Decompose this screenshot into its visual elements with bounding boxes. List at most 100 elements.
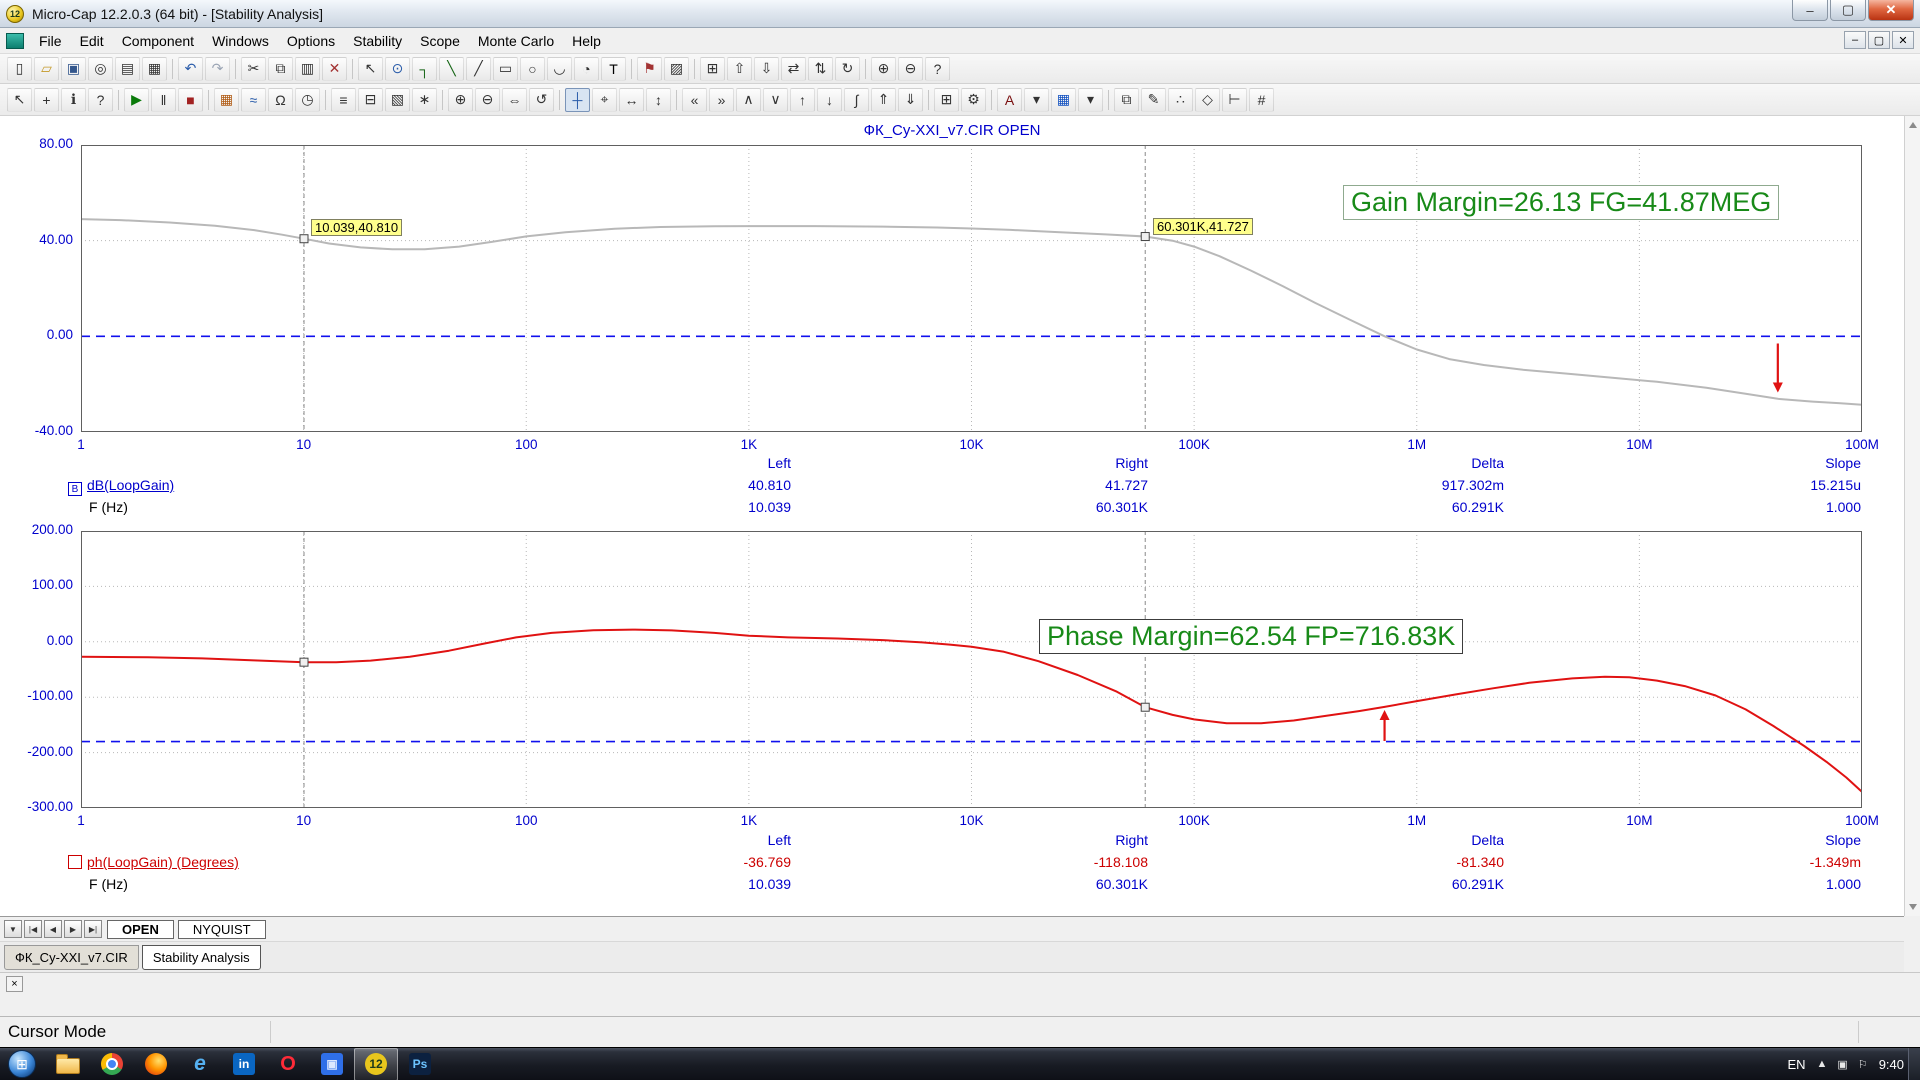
- arc-mode-icon[interactable]: ◡: [547, 57, 572, 81]
- internet-explorer-taskbar-button[interactable]: e: [178, 1048, 222, 1080]
- copy-to-clipboard-icon[interactable]: ⧉: [1114, 88, 1139, 112]
- high-icon[interactable]: ↑: [790, 88, 815, 112]
- scope-zoom-in-icon[interactable]: ⊕: [448, 88, 473, 112]
- zoom-in-icon[interactable]: ⊕: [871, 57, 896, 81]
- child-restore-button[interactable]: ▢: [1868, 31, 1890, 49]
- menu-file[interactable]: File: [30, 30, 71, 52]
- save-file-icon[interactable]: ▣: [61, 57, 86, 81]
- help-mode-icon[interactable]: ?: [925, 57, 950, 81]
- maximize-button[interactable]: ▢: [1830, 0, 1866, 21]
- run-icon[interactable]: ▶: [124, 88, 149, 112]
- clock[interactable]: 9:40: [1879, 1057, 1904, 1072]
- pie-mode-icon[interactable]: ◔: [574, 57, 599, 81]
- waveform-color-swatch[interactable]: B: [68, 482, 82, 496]
- child-window-icon[interactable]: [6, 33, 24, 49]
- performance-windows-icon[interactable]: ∗: [412, 88, 437, 112]
- go-to-left-icon[interactable]: «: [682, 88, 707, 112]
- paste-icon[interactable]: ▥: [295, 57, 320, 81]
- vertical-scrollbar[interactable]: [1904, 116, 1920, 916]
- action-center-flag-icon[interactable]: ⚐: [1858, 1058, 1868, 1071]
- component-mode-icon[interactable]: ⊙: [385, 57, 410, 81]
- undo-icon[interactable]: ↶: [178, 57, 203, 81]
- chrome-taskbar-button[interactable]: [90, 1048, 134, 1080]
- select-cursor-icon[interactable]: ↖: [7, 88, 32, 112]
- display-icon[interactable]: ▣: [1837, 1058, 1847, 1071]
- waveform-label[interactable]: F (Hz): [89, 876, 128, 892]
- optimizer-icon[interactable]: Ω: [268, 88, 293, 112]
- pause-icon[interactable]: ‖: [151, 88, 176, 112]
- linkedin-taskbar-button[interactable]: in: [222, 1048, 266, 1080]
- print-icon[interactable]: ▦: [142, 57, 167, 81]
- scroll-up-icon[interactable]: [1909, 122, 1917, 128]
- dock-close-button[interactable]: ×: [6, 976, 23, 992]
- bring-to-front-icon[interactable]: ⇧: [727, 57, 752, 81]
- scope-zoom-out-icon[interactable]: ⊖: [475, 88, 500, 112]
- show-desktop-button[interactable]: [1908, 1048, 1920, 1080]
- grid-properties-icon[interactable]: ⊞: [934, 88, 959, 112]
- loop-gain-phase-chart[interactable]: [81, 531, 1862, 808]
- graph-properties-icon[interactable]: ⚙: [961, 88, 986, 112]
- zoom-out-icon[interactable]: ⊖: [898, 57, 923, 81]
- waveform-label[interactable]: dB(LoopGain): [87, 477, 174, 493]
- find-icon[interactable]: ◎: [88, 57, 113, 81]
- menu-monte-carlo[interactable]: Monte Carlo: [469, 30, 563, 52]
- child-close-button[interactable]: ✕: [1892, 31, 1914, 49]
- waveform-color-swatch[interactable]: [68, 855, 82, 869]
- font-dropdown-icon[interactable]: ▾: [1024, 88, 1049, 112]
- titlebar[interactable]: 12 Micro-Cap 12.2.0.3 (64 bit) - [Stabil…: [0, 0, 1920, 28]
- flip-vertical-icon[interactable]: ⇅: [808, 57, 833, 81]
- wire-mode-icon[interactable]: ┐: [412, 57, 437, 81]
- file-explorer-taskbar-button[interactable]: [46, 1048, 90, 1080]
- restore-scales-icon[interactable]: ↺: [529, 88, 554, 112]
- vertical-tag-icon[interactable]: ↕: [646, 88, 671, 112]
- menu-edit[interactable]: Edit: [71, 30, 113, 52]
- last-page-button[interactable]: ▶|: [84, 920, 102, 938]
- menu-help[interactable]: Help: [563, 30, 610, 52]
- valley-icon[interactable]: ∨: [763, 88, 788, 112]
- cursor-mode-toggle-icon[interactable]: ┼: [565, 88, 590, 112]
- ellipse-mode-icon[interactable]: ○: [520, 57, 545, 81]
- data-points-icon[interactable]: ∴: [1168, 88, 1193, 112]
- horizontal-tag-icon[interactable]: ↔: [619, 88, 644, 112]
- prev-page-button[interactable]: ◀: [44, 920, 62, 938]
- color-icon[interactable]: ▦: [1051, 88, 1076, 112]
- tag-format-icon[interactable]: #: [1249, 88, 1274, 112]
- help-point-mode-icon[interactable]: ?: [88, 88, 113, 112]
- scroll-down-icon[interactable]: [1909, 904, 1917, 910]
- rotate-icon[interactable]: ↻: [835, 57, 860, 81]
- state-variables-icon[interactable]: ⊟: [358, 88, 383, 112]
- menu-options[interactable]: Options: [278, 30, 344, 52]
- three-d-windows-icon[interactable]: ▧: [385, 88, 410, 112]
- ruler-icon[interactable]: ⊢: [1222, 88, 1247, 112]
- numeric-output-icon[interactable]: ≡: [331, 88, 356, 112]
- tab-stability-analysis[interactable]: Stability Analysis: [142, 945, 261, 970]
- open-file-icon[interactable]: ▱: [34, 57, 59, 81]
- print-preview-icon[interactable]: ▤: [115, 57, 140, 81]
- copy-icon[interactable]: ⧉: [268, 57, 293, 81]
- text-mode-icon[interactable]: T: [601, 57, 626, 81]
- picture-mode-icon[interactable]: ▨: [664, 57, 689, 81]
- next-page-button[interactable]: ▶: [64, 920, 82, 938]
- menu-windows[interactable]: Windows: [203, 30, 278, 52]
- page-list-button[interactable]: ▼: [4, 920, 22, 938]
- tab-circuit-file[interactable]: ФК_Cy-XXI_v7.CIR: [4, 945, 139, 970]
- diagonal-wire-mode-icon[interactable]: ╲: [439, 57, 464, 81]
- micro-cap-taskbar-button[interactable]: 12: [354, 1048, 398, 1080]
- inflection-icon[interactable]: ∫: [844, 88, 869, 112]
- redo-icon[interactable]: ↷: [205, 57, 230, 81]
- language-indicator[interactable]: EN: [1787, 1057, 1805, 1072]
- grid-toggle-icon[interactable]: ⊞: [700, 57, 725, 81]
- go-to-right-icon[interactable]: »: [709, 88, 734, 112]
- global-high-icon[interactable]: ⇑: [871, 88, 896, 112]
- rect-mode-icon[interactable]: ▭: [493, 57, 518, 81]
- new-file-icon[interactable]: ▯: [7, 57, 32, 81]
- phase-plot[interactable]: [81, 531, 1862, 808]
- blue-disk-app-taskbar-button[interactable]: ▣: [310, 1048, 354, 1080]
- stepping-icon[interactable]: ≈: [241, 88, 266, 112]
- pan-mode-icon[interactable]: +: [34, 88, 59, 112]
- menu-scope[interactable]: Scope: [411, 30, 469, 52]
- minimize-button[interactable]: –: [1792, 0, 1828, 21]
- cut-icon[interactable]: ✂: [241, 57, 266, 81]
- waveform-label[interactable]: F (Hz): [89, 499, 128, 515]
- hidden-icons-icon[interactable]: ▲: [1817, 1058, 1828, 1071]
